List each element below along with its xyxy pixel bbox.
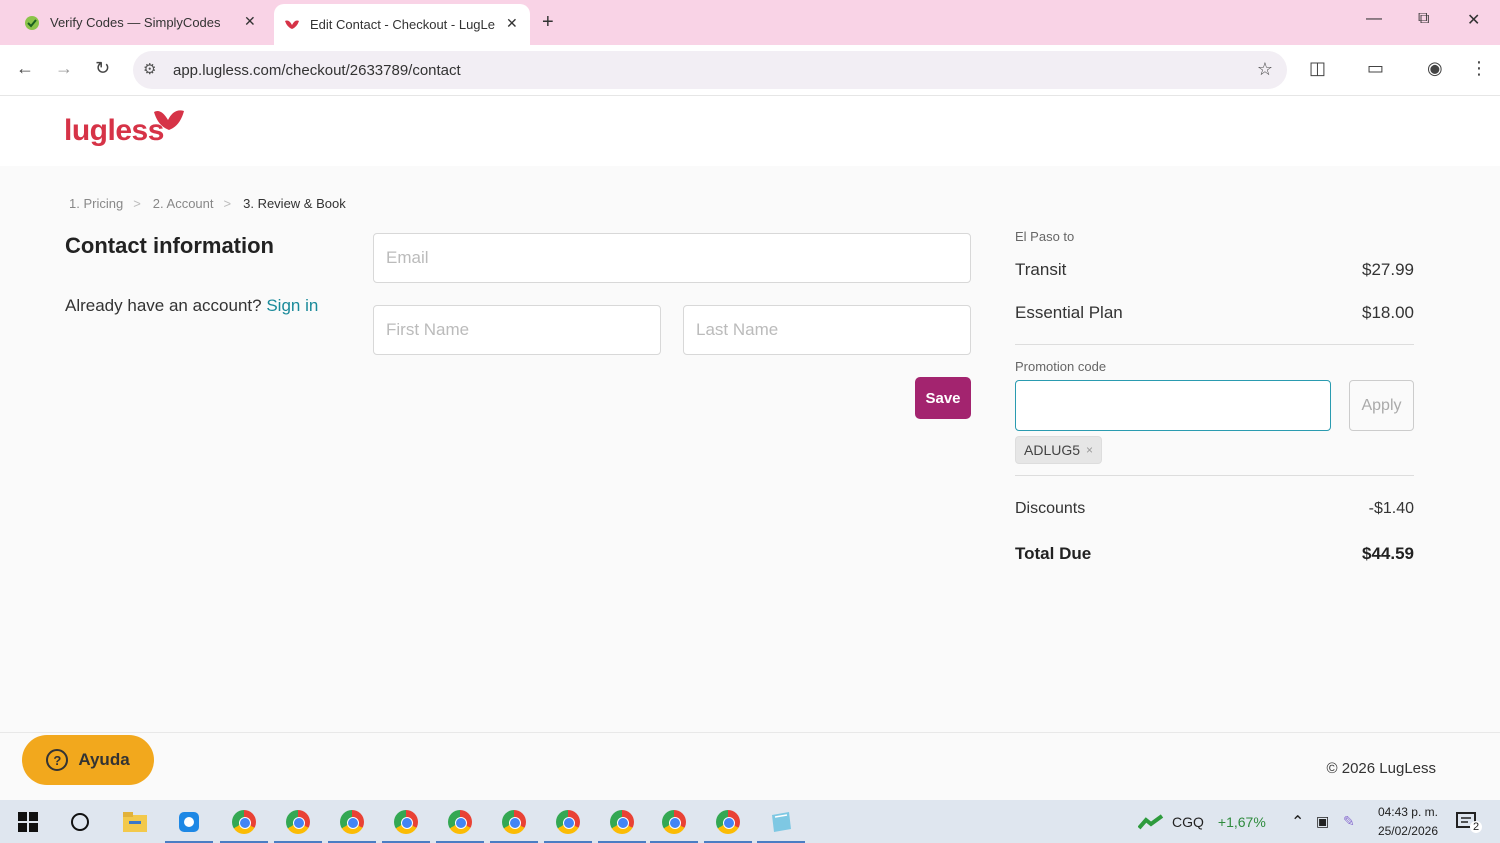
chevron-right-icon: > [133,196,141,211]
notes-app-icon[interactable] [767,808,795,836]
lugless-logo[interactable]: lugless [64,110,184,148]
contact-heading: Contact information [65,233,274,258]
help-label: Ayuda [78,750,130,769]
line-item-essential-plan: Essential Plan $18.00 [1015,303,1414,323]
site-footer: ? Ayuda © 2026 LugLess [0,732,1500,800]
discounts-amount: -$1.40 [1368,500,1414,517]
file-explorer-icon[interactable] [121,808,149,836]
windows-start-icon[interactable] [14,808,42,836]
simplycodes-favicon-icon [24,15,40,31]
promo-code-label: Promotion code [1015,359,1107,374]
breadcrumb: 1. Pricing > 2. Account > 3. Review & Bo… [69,196,356,211]
save-button[interactable]: Save [915,377,971,419]
tab-title: Verify Codes — SimplyCodes [50,15,221,30]
chrome-profile-icon[interactable] [660,808,688,836]
help-button[interactable]: ? Ayuda [22,735,154,785]
chrome-profile-icon[interactable] [554,808,582,836]
divider [1015,344,1414,345]
have-account-label: Already have an account? [65,296,262,315]
line-item-amount: $27.99 [1362,260,1414,279]
logo-text: lugless [64,114,164,147]
notification-count: 2 [1470,820,1483,833]
line-item-label: Transit [1015,260,1067,279]
chrome-profile-icon[interactable] [446,808,474,836]
line-item-label: Essential Plan [1015,303,1123,322]
divider [1015,475,1414,476]
chrome-profile-icon[interactable] [338,808,366,836]
help-question-icon: ? [46,749,69,771]
restore-icon[interactable]: ⧉ [1418,10,1429,28]
chevron-right-icon: > [223,196,232,211]
chrome-profile-icon[interactable] [230,808,258,836]
tab-lugless-checkout[interactable]: Edit Contact - Checkout - LugLess ✕ [274,4,530,45]
forward-icon[interactable]: → [55,58,73,79]
first-name-field[interactable]: First Name [373,305,661,355]
notifications-icon[interactable]: 2 [1456,800,1483,843]
chrome-profile-icon[interactable] [500,808,528,836]
reload-icon[interactable]: ↻ [95,58,110,79]
address-bar[interactable]: ⚙ app.lugless.com/checkout/2633789/conta… [133,51,1287,89]
total-due-row: Total Due $44.59 [1015,544,1414,564]
minimize-icon[interactable]: — [1366,10,1382,28]
site-header: lugless [0,96,1500,166]
chrome-profile-icon[interactable] [714,808,742,836]
remove-promo-icon[interactable]: × [1086,443,1093,457]
new-tab-button[interactable]: + [542,11,554,34]
applied-promo-chip: ADLUG5 × [1015,436,1103,464]
checkout-page: 1. Pricing > 2. Account > 3. Review & Bo… [0,166,1500,732]
promo-code-input[interactable] [1015,380,1331,431]
windows-taskbar: CGQ +1,67% ⌃ ▣ ✎ 04:43 p. m. 25/02/2026 … [0,800,1500,843]
email-field[interactable]: Email [373,233,971,283]
extensions-icon[interactable]: ◫ [1309,58,1326,79]
tab-close-icon[interactable]: ✕ [506,15,518,32]
total-due-label: Total Due [1015,544,1092,563]
search-circle-icon[interactable] [66,808,94,836]
window-close-icon[interactable]: ✕ [1467,10,1480,30]
profile-icon[interactable]: ◉ [1427,58,1443,79]
sign-in-link[interactable]: Sign in [266,296,318,315]
logo-wings-icon [152,108,186,140]
url-text[interactable]: app.lugless.com/checkout/2633789/contact [173,62,461,79]
breadcrumb-review-book: 3. Review & Book [243,196,346,211]
browser-tab-strip: Verify Codes — SimplyCodes ✕ Edit Contac… [0,0,1500,45]
pen-icon[interactable]: ✎ [1343,800,1355,843]
menu-kebab-icon[interactable]: ⋮ [1470,58,1488,79]
have-account-text: Already have an account? Sign in [65,296,318,316]
tab-simplycodes[interactable]: Verify Codes — SimplyCodes ✕ [24,0,274,45]
chevron-up-icon[interactable]: ⌃ [1291,800,1304,843]
route-label: El Paso to [1015,229,1075,244]
clock[interactable]: 04:43 p. m. 25/02/2026 [1378,803,1438,841]
breadcrumb-pricing[interactable]: 1. Pricing [69,196,123,211]
applied-promo-code: ADLUG5 [1024,442,1081,458]
back-icon[interactable]: ← [16,58,34,79]
network-icon[interactable]: ▣ [1316,800,1329,843]
media-cast-icon[interactable]: ▭ [1367,58,1384,79]
clock-time: 04:43 p. m. [1377,805,1438,819]
chrome-profile-icon[interactable] [608,808,636,836]
tab-close-icon[interactable]: ✕ [244,13,256,30]
chrome-profile-icon[interactable] [284,808,312,836]
clock-date: 25/02/2026 [1377,824,1438,838]
ticker-change: +1,67% [1217,813,1266,830]
line-item-amount: $18.00 [1362,303,1414,322]
breadcrumb-account[interactable]: 2. Account [153,196,214,211]
ticker-symbol: CGQ [1172,813,1204,830]
lugless-favicon-icon [284,17,300,33]
bookmark-star-icon[interactable]: ☆ [1257,59,1273,80]
total-due-amount: $44.59 [1362,544,1414,563]
last-name-field[interactable]: Last Name [683,305,971,355]
tab-title: Edit Contact - Checkout - LugLess [310,17,495,32]
stock-ticker-widget[interactable]: CGQ +1,67% [1138,800,1266,843]
line-item-transit: Transit $27.99 [1015,260,1414,280]
stock-chart-icon [1138,813,1164,829]
apply-button[interactable]: Apply [1349,380,1414,431]
browser-toolbar: ← → ↻ ⚙ app.lugless.com/checkout/2633789… [0,45,1500,96]
copyright-text: © 2026 LugLess [1326,760,1436,777]
discounts-label: Discounts [1015,500,1086,517]
discounts-row: Discounts -$1.40 [1015,500,1414,518]
site-settings-icon[interactable]: ⚙ [143,60,156,78]
chrome-profile-icon[interactable] [392,808,420,836]
edge-browser-icon[interactable] [175,808,203,836]
